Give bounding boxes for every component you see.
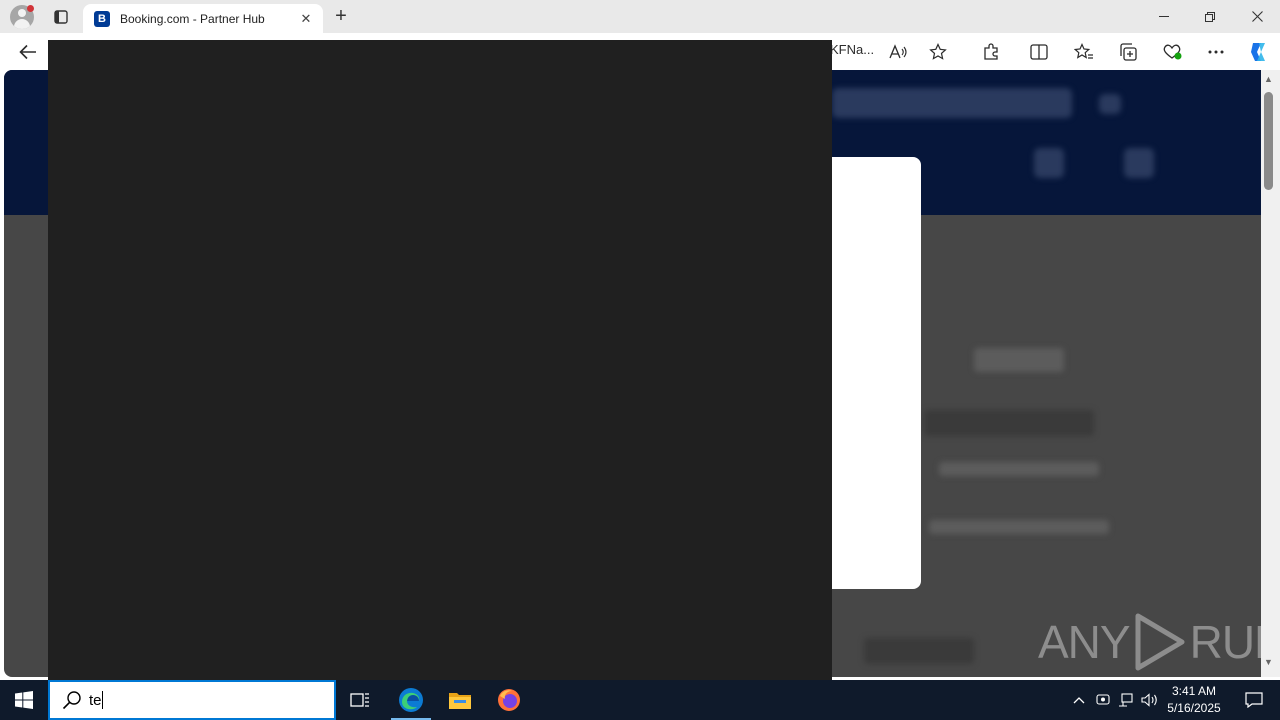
search-input[interactable]: te (89, 688, 309, 712)
copilot-button[interactable] (1244, 38, 1272, 66)
text-caret (101, 691, 103, 709)
taskbar-edge[interactable] (388, 680, 434, 720)
favorites-button[interactable] (1070, 38, 1098, 66)
watermark-left-text: ANY (1038, 616, 1131, 668)
blurred-header-icon (1034, 148, 1064, 178)
start-button[interactable] (0, 680, 48, 720)
taskbar-file-explorer[interactable] (437, 680, 483, 720)
minimize-icon (1159, 16, 1169, 17)
firefox-icon (498, 689, 520, 711)
tab-strip: B Booking.com - Partner Hub ✕ + (0, 0, 1280, 34)
clock-time: 3:41 AM (1171, 684, 1217, 698)
browser-essentials-button[interactable] (1158, 38, 1186, 66)
more-options-button[interactable] (1202, 38, 1230, 66)
booking-favicon-icon: B (94, 11, 110, 27)
address-bar-url-fragment[interactable]: KFNa... (830, 42, 874, 57)
play-logo-icon (1135, 613, 1185, 671)
split-screen-button[interactable] (1025, 38, 1053, 66)
back-button[interactable] (14, 38, 42, 66)
network-icon[interactable] (1116, 680, 1136, 720)
scroll-down-arrow-icon[interactable]: ▼ (1264, 657, 1273, 667)
scrollbar-thumb[interactable] (1264, 92, 1273, 190)
tab-title: Booking.com - Partner Hub (120, 12, 265, 26)
split-screen-icon (1030, 44, 1048, 60)
blurred-button (864, 638, 974, 664)
copilot-icon (1251, 43, 1265, 61)
search-query-text: te (89, 691, 102, 709)
tab-actions-icon (54, 10, 68, 24)
read-aloud-icon (889, 44, 907, 59)
blurred-text (929, 520, 1109, 534)
restore-icon (1205, 11, 1215, 22)
tray-device-icon[interactable] (1094, 680, 1112, 720)
windows-logo-icon (15, 691, 33, 709)
blurred-header-icon (1124, 148, 1154, 178)
start-search-panel (48, 40, 832, 680)
collections-button[interactable] (1114, 38, 1142, 66)
back-icon (19, 44, 36, 60)
browser-essentials-icon (1163, 44, 1182, 60)
blurred-header-search (832, 88, 1072, 118)
notification-icon (1245, 692, 1263, 708)
close-window-button[interactable] (1234, 0, 1280, 33)
volume-icon[interactable] (1140, 680, 1160, 720)
show-hidden-icons-button[interactable] (1068, 680, 1090, 720)
profile-alert-dot (27, 5, 34, 12)
taskbar-firefox[interactable] (486, 680, 532, 720)
search-icon (60, 688, 84, 712)
minimize-button[interactable] (1141, 0, 1187, 33)
blurred-text (974, 348, 1064, 372)
favorite-button[interactable] (924, 38, 952, 66)
file-explorer-icon (449, 693, 471, 709)
extensions-icon (984, 43, 998, 60)
browser-tab[interactable]: B Booking.com - Partner Hub ✕ (83, 4, 323, 34)
taskbar-search-box[interactable]: te (48, 680, 336, 720)
action-center-button[interactable] (1234, 680, 1274, 720)
scroll-up-arrow-icon[interactable]: ▲ (1264, 74, 1273, 84)
clock-date: 5/16/2025 (1167, 701, 1221, 715)
more-icon (1208, 50, 1224, 54)
new-tab-button[interactable]: + (330, 5, 352, 27)
task-view-button[interactable] (337, 680, 383, 720)
favorite-star-icon (929, 43, 947, 60)
dialog-modal (832, 157, 921, 589)
anyrun-watermark: ANY RUN (1038, 612, 1280, 672)
blurred-header-icon (1099, 94, 1121, 114)
blurred-heading (924, 410, 1094, 436)
restore-button[interactable] (1187, 0, 1233, 33)
blurred-text (939, 462, 1099, 476)
tab-close-icon[interactable]: ✕ (295, 8, 317, 30)
task-view-icon (350, 693, 369, 707)
edge-icon (399, 688, 423, 712)
extensions-button[interactable] (977, 38, 1005, 66)
taskbar-clock[interactable]: 3:41 AM 5/16/2025 (1164, 683, 1224, 717)
favorites-icon (1074, 43, 1093, 59)
chevron-up-icon (1073, 697, 1085, 704)
read-aloud-button[interactable] (884, 38, 912, 66)
collections-icon (1120, 43, 1137, 61)
close-icon (1251, 11, 1263, 22)
tab-actions-button[interactable] (50, 6, 72, 28)
